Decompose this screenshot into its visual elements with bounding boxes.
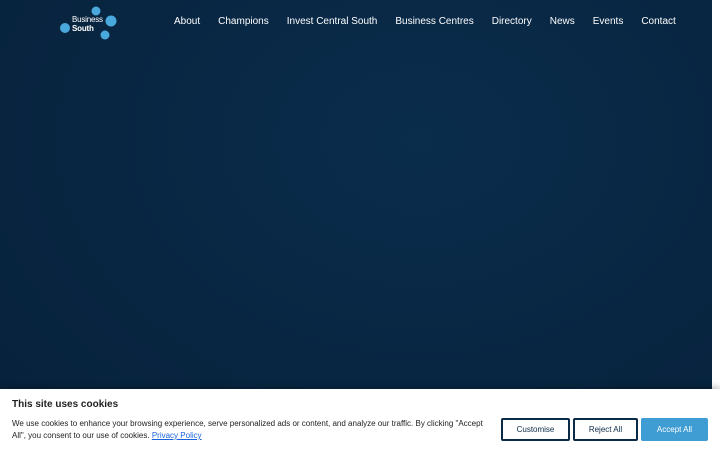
reject-all-button[interactable]: Reject All — [573, 418, 638, 441]
customise-button[interactable]: Customise — [501, 418, 570, 441]
nav-item-directory[interactable]: Directory — [492, 14, 532, 30]
business-south-logo[interactable]: Business South — [58, 4, 120, 42]
main-nav: About Champions Invest Central South Bus… — [174, 14, 676, 30]
cookie-banner-title: This site uses cookies — [12, 399, 119, 410]
nav-item-events[interactable]: Events — [593, 14, 624, 30]
privacy-policy-link[interactable]: Privacy Policy — [152, 431, 202, 440]
nav-item-contact[interactable]: Contact — [641, 14, 675, 30]
cookie-banner-text: We use cookies to enhance your browsing … — [12, 418, 496, 442]
nav-item-about[interactable]: About — [174, 14, 200, 30]
hero-background — [0, 0, 712, 450]
scrollbar-track[interactable] — [712, 0, 720, 450]
cookie-banner: This site uses cookies We use cookies to… — [0, 389, 720, 450]
logo-text-south: South — [72, 24, 94, 33]
nav-item-business-centres[interactable]: Business Centres — [395, 14, 473, 30]
cookie-description: We use cookies to enhance your browsing … — [12, 419, 483, 440]
accept-all-button[interactable]: Accept All — [641, 418, 708, 441]
logo-text-business: Business — [72, 15, 103, 24]
nav-item-news[interactable]: News — [550, 14, 575, 30]
nav-item-champions[interactable]: Champions — [218, 14, 269, 30]
nav-item-invest-central-south[interactable]: Invest Central South — [287, 14, 378, 30]
